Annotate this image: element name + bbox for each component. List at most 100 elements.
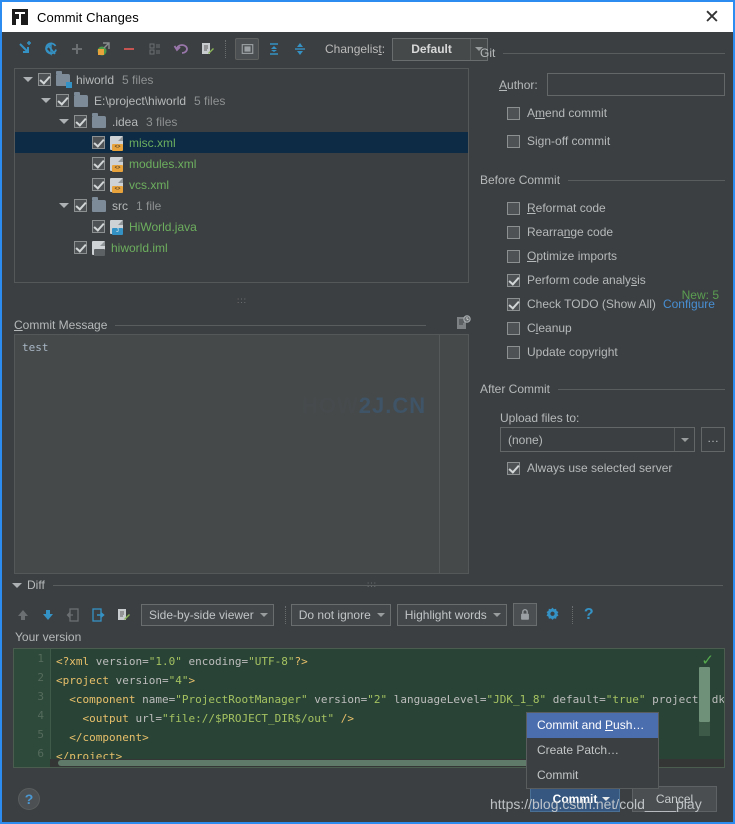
code-token: languageLevel xyxy=(387,693,480,706)
configure-todo-link[interactable]: Configure xyxy=(663,297,715,311)
code-token: "UTF-8" xyxy=(248,655,295,668)
section-rule xyxy=(503,52,725,54)
diff-vertical-scrollbar-track[interactable] xyxy=(699,722,710,736)
code-token: "2" xyxy=(367,693,388,706)
tree-splitter-handle[interactable]: ∶∶∶ xyxy=(2,297,482,306)
author-label: Author: xyxy=(499,78,538,92)
code-token: project-jdk-name xyxy=(652,693,725,706)
code-token: <?xml xyxy=(56,655,96,668)
tree-row-checkbox[interactable] xyxy=(74,241,87,254)
tree-row-checkbox[interactable] xyxy=(74,199,87,212)
commit-message-input[interactable]: test xyxy=(14,334,469,574)
delete-icon[interactable] xyxy=(118,38,140,60)
apply-icon[interactable] xyxy=(87,604,109,626)
menu-item-create-patch[interactable]: Create Patch… xyxy=(527,738,658,763)
chevron-down-icon[interactable] xyxy=(57,111,70,132)
menu-item-commit-and-push[interactable]: Commit and Push… xyxy=(527,713,658,738)
upload-server-select[interactable]: (none) xyxy=(500,427,695,452)
help-button[interactable]: ? xyxy=(18,788,40,810)
group-by-directory-icon[interactable] xyxy=(235,38,259,60)
move-to-changelist-icon[interactable] xyxy=(92,38,114,60)
changelist-value: Default xyxy=(411,42,452,56)
file-iml-icon xyxy=(92,240,105,256)
code-token: = xyxy=(142,655,149,668)
code-token: ?> xyxy=(294,655,308,668)
edit-source-icon[interactable] xyxy=(112,604,134,626)
tree-row-checkbox[interactable] xyxy=(92,157,105,170)
add-icon[interactable] xyxy=(66,38,88,60)
tree-row-vcs-xml[interactable]: <> vcs.xml xyxy=(15,174,468,195)
diff-viewer-mode-select[interactable]: Side-by-side viewer xyxy=(141,603,274,626)
upload-server-value: (none) xyxy=(508,432,543,447)
after-commit-section-header: After Commit xyxy=(480,382,725,396)
show-diff-icon[interactable] xyxy=(14,38,36,60)
tree-row-checkbox[interactable] xyxy=(74,115,87,128)
diff-splitter-handle[interactable]: ∶∶∶ xyxy=(252,581,492,590)
file-type-badge: <> xyxy=(112,164,123,172)
checkbox-signoff-commit[interactable]: Sign-off commit xyxy=(507,134,610,148)
chevron-down-icon[interactable] xyxy=(21,69,34,90)
collapse-all-icon[interactable] xyxy=(289,38,311,60)
expand-all-icon[interactable] xyxy=(263,38,285,60)
author-field[interactable] xyxy=(547,73,725,96)
file-xml-icon: <> xyxy=(110,156,123,172)
checkbox-update-copyright[interactable]: Update copyright xyxy=(507,345,618,359)
gear-icon[interactable] xyxy=(542,604,564,626)
changelist-combo[interactable]: Default xyxy=(392,37,489,61)
diff-vertical-scrollbar[interactable] xyxy=(699,667,710,722)
revert-icon[interactable] xyxy=(62,604,84,626)
tree-row-project-path[interactable]: E:\project\hiworld 5 files xyxy=(15,90,468,111)
chevron-down-icon[interactable] xyxy=(57,195,70,216)
question-mark-icon[interactable]: ? xyxy=(578,604,600,626)
tree-row-hiworld-iml[interactable]: hiworld.iml xyxy=(15,237,468,258)
checkbox-label: Amend commit xyxy=(527,106,608,120)
checkbox-always-use-selected-server[interactable]: Always use selected server xyxy=(507,461,672,475)
tree-row-misc-xml[interactable]: <> misc.xml xyxy=(15,132,468,153)
chevron-down-icon[interactable] xyxy=(674,428,694,451)
diff-ignore-mode-select[interactable]: Do not ignore xyxy=(290,603,391,626)
lock-icon[interactable] xyxy=(512,603,537,626)
diff-highlight-mode-select[interactable]: Highlight words xyxy=(396,603,507,626)
tree-row-idea[interactable]: .idea 3 files xyxy=(15,111,468,132)
line-number: 5 xyxy=(37,728,44,741)
tree-row-modules-xml[interactable]: <> modules.xml xyxy=(15,153,468,174)
chevron-down-icon[interactable] xyxy=(12,582,22,588)
chevron-down-icon[interactable] xyxy=(39,90,52,111)
rollback-icon[interactable] xyxy=(170,38,192,60)
checkbox-cleanup[interactable]: Cleanup xyxy=(507,321,572,335)
commit-button[interactable]: Commit xyxy=(530,786,620,812)
tree-row-checkbox[interactable] xyxy=(92,220,105,233)
next-difference-icon[interactable] xyxy=(37,604,59,626)
commit-options-popup-menu[interactable]: Commit and Push… Create Patch… Commit xyxy=(526,712,659,789)
browse-servers-button[interactable]: … xyxy=(701,427,725,452)
group-by-icon[interactable] xyxy=(144,38,166,60)
tree-row-checkbox[interactable] xyxy=(38,73,51,86)
menu-item-commit[interactable]: Commit xyxy=(527,763,658,788)
tree-row-checkbox[interactable] xyxy=(92,136,105,149)
checkbox-label: Optimize imports xyxy=(527,249,618,263)
tree-row-src[interactable]: src 1 file xyxy=(15,195,468,216)
close-icon[interactable]: ✕ xyxy=(701,7,723,29)
tree-row-hiworld-java[interactable]: J HiWorld.java xyxy=(15,216,468,237)
checkbox-check-todo[interactable]: Check TODO (Show All) Configure xyxy=(507,297,715,311)
changed-files-tree[interactable]: hiworld 5 files E:\project\hiworld 5 files.… xyxy=(14,68,469,283)
checkbox-optimize-imports[interactable]: Optimize imports xyxy=(507,249,617,263)
checkbox-amend-commit[interactable]: Amend commit xyxy=(507,106,607,120)
chevron-down-icon[interactable] xyxy=(602,797,610,801)
file-java-icon: J xyxy=(110,219,123,235)
edit-source-icon[interactable] xyxy=(196,38,218,60)
tree-row-checkbox[interactable] xyxy=(92,178,105,191)
checkbox-box xyxy=(507,249,520,263)
checkbox-reformat-code[interactable]: Reformat code xyxy=(507,201,606,215)
checkbox-perform-code-analysis[interactable]: Perform code analysis xyxy=(507,273,646,287)
checkbox-rearrange-code[interactable]: Rearrange code xyxy=(507,225,613,239)
cancel-button[interactable]: Cancel xyxy=(632,786,717,812)
tree-row-hiworld[interactable]: hiworld 5 files xyxy=(15,69,468,90)
commit-message-history-icon[interactable] xyxy=(455,315,471,331)
tree-row-checkbox[interactable] xyxy=(56,94,69,107)
refresh-icon[interactable] xyxy=(40,38,62,60)
previous-difference-icon[interactable] xyxy=(12,604,34,626)
checkbox-box xyxy=(507,134,520,148)
checkbox-label: Cleanup xyxy=(527,321,572,335)
